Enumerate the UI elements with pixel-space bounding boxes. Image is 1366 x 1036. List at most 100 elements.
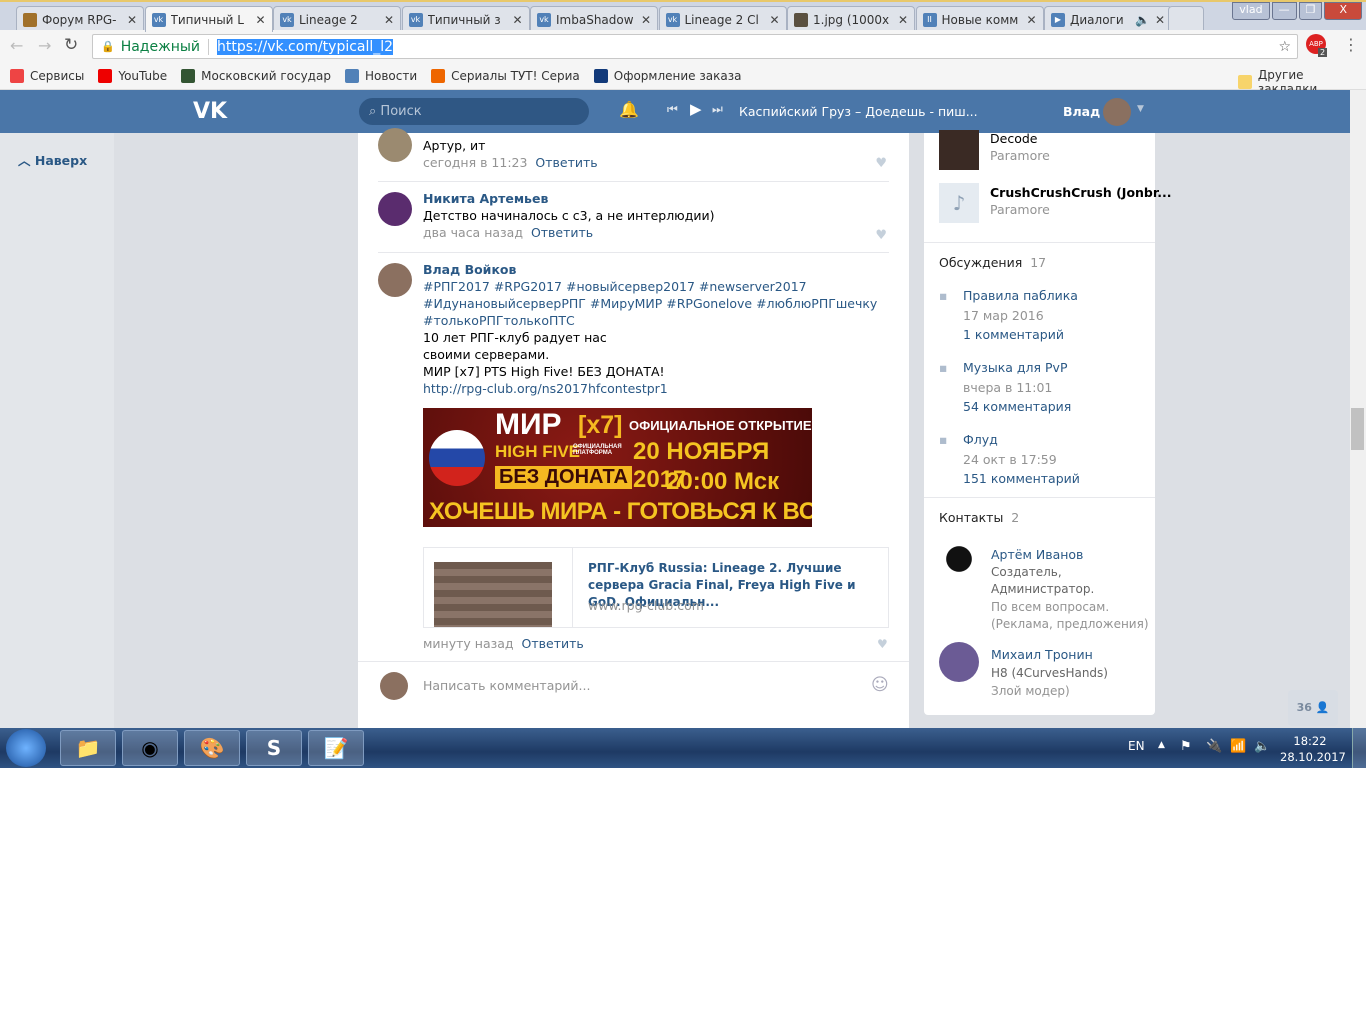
chevron-down-icon[interactable]: ▼	[1137, 104, 1144, 114]
bookmark-item[interactable]: Сервисы	[10, 68, 84, 83]
avatar[interactable]	[939, 642, 979, 682]
post-link[interactable]: http://rpg-club.org/ns2017hfcontestpr1	[423, 380, 889, 397]
bookmark-item[interactable]: Оформление заказа	[593, 68, 741, 83]
reply-link[interactable]: Ответить	[522, 636, 584, 651]
contact-item: Артём Иванов Создатель, Администратор. П…	[991, 547, 1149, 631]
browser-tab[interactable]: ▶ Диалоги 🔈 ✕	[1044, 6, 1172, 32]
menu-icon[interactable]: ⋮	[1343, 35, 1359, 54]
browser-tab[interactable]: II Новые комм ✕	[915, 6, 1044, 32]
close-tab-icon[interactable]: ✕	[1155, 13, 1165, 27]
discussion-item[interactable]: ▪ Правила паблика 17 мар 2016 1 комментарий	[939, 286, 1078, 345]
profile-button[interactable]: vlad	[1232, 2, 1270, 20]
avatar[interactable]	[378, 192, 412, 226]
browser-tab[interactable]: vk Типичный L ✕	[144, 6, 273, 32]
comment: Влад Войков #РПГ2017 #RPG2017 #новыйсерв…	[378, 261, 889, 397]
avatar[interactable]	[1103, 98, 1131, 126]
start-button[interactable]	[6, 729, 46, 767]
comment-input[interactable]: Написать комментарий...	[423, 678, 863, 693]
browser-tab[interactable]: 1.jpg (1000x ✕	[787, 6, 915, 32]
online-friends-button[interactable]: 36 👤	[1288, 690, 1338, 726]
reload-button[interactable]: ↻	[64, 35, 78, 55]
paint-icon[interactable]: 🎨	[184, 730, 240, 766]
chrome-icon[interactable]: ◉	[122, 730, 178, 766]
vk-logo[interactable]: VK	[193, 99, 227, 124]
like-icon[interactable]: ♥	[877, 637, 888, 651]
close-tab-icon[interactable]: ✕	[898, 13, 908, 27]
hashtags[interactable]: #РПГ2017 #RPG2017 #новыйсервер2017 #news…	[423, 278, 889, 295]
discussion-item[interactable]: ▪ Флуд 24 окт в 17:59 151 комментарий	[939, 430, 1080, 489]
user-name[interactable]: Влад	[1063, 104, 1100, 119]
emoji-icon[interactable]: ☺	[871, 675, 889, 695]
browser-tab[interactable]: vk Типичный з ✕	[401, 6, 530, 32]
back-to-top-button[interactable]: ︿ Наверх	[18, 150, 87, 169]
bookmark-item[interactable]: Новости	[344, 68, 417, 83]
reply-link[interactable]: Ответить	[531, 225, 593, 240]
contacts-header[interactable]: Контакты 2	[939, 510, 1019, 525]
reply-link[interactable]: Ответить	[535, 155, 597, 170]
minimize-button[interactable]: —	[1271, 2, 1297, 20]
browser-tab[interactable]: Форум RPG- ✕	[16, 6, 144, 32]
skype-icon[interactable]: S	[246, 730, 302, 766]
maximize-button[interactable]: ❐	[1298, 2, 1323, 20]
clock[interactable]: 18:22 28.10.2017	[1280, 733, 1346, 765]
close-tab-icon[interactable]: ✕	[1026, 13, 1036, 27]
explorer-icon[interactable]: 📁	[60, 730, 116, 766]
bookmark-item[interactable]: Московский государ	[181, 68, 331, 83]
bookmark-item[interactable]: YouTube	[98, 68, 167, 83]
close-tab-icon[interactable]: ✕	[255, 13, 265, 27]
browser-tab[interactable]: vk Lineage 2 ✕	[273, 6, 401, 32]
audio-item[interactable]: CrushCrushCrush (Jonbr... Paramore	[990, 185, 1172, 217]
scrollbar-thumb[interactable]	[1351, 408, 1364, 450]
like-icon[interactable]: ♥	[875, 156, 887, 171]
power-icon[interactable]: 🔌	[1206, 739, 1222, 754]
language-indicator[interactable]: EN	[1128, 739, 1145, 753]
comment-author[interactable]: Влад Войков	[423, 261, 889, 278]
new-tab-button[interactable]	[1168, 6, 1204, 32]
hashtags[interactable]: #толькоРПГтолькоПТС	[423, 312, 889, 329]
tray-expand-icon[interactable]: ▲	[1158, 740, 1165, 750]
forward-button[interactable]: →	[38, 36, 51, 55]
link-card[interactable]: РПГ-Клуб Russia: Lineage 2. Лучшие серве…	[423, 547, 889, 628]
banner-image[interactable]: МИР [x7] HIGH FIVE ОФИЦИАЛЬНАЯ ПЛАТФОРМА…	[423, 408, 812, 527]
bookmarks-bar: Сервисы YouTube Московский государ Новости С…	[0, 62, 1366, 90]
hashtags[interactable]: #ИдунановыйсерверРПГ #МируМИР #RPGonelov…	[423, 295, 889, 312]
bookmark-item[interactable]: Сериалы ТУТ! Сериа	[431, 68, 580, 83]
scrollbar[interactable]	[1350, 90, 1366, 728]
prev-track-icon[interactable]: ⏮	[667, 102, 678, 117]
notepad-icon[interactable]: 📝	[308, 730, 364, 766]
close-tab-icon[interactable]: ✕	[641, 13, 651, 27]
browser-tab[interactable]: vk ImbaShadow ✕	[530, 6, 658, 32]
avatar[interactable]	[378, 128, 412, 162]
close-tab-icon[interactable]: ✕	[512, 13, 522, 27]
url-text[interactable]: https://vk.com/typicall_l2	[217, 38, 394, 55]
address-bar[interactable]: 🔒 Надежный https://vk.com/typicall_l2 ☆	[92, 34, 1298, 59]
music-note-icon[interactable]: ♪	[939, 183, 979, 223]
discussion-item[interactable]: ▪ Музыка для PvP вчера в 11:01 54 комментар…	[939, 358, 1071, 417]
browser-tab[interactable]: vk Lineage 2 Cl ✕	[658, 6, 787, 32]
like-icon[interactable]: ♥	[875, 228, 887, 243]
show-desktop-button[interactable]	[1352, 728, 1366, 768]
comment: Артур, ит сегодня в 11:23 Ответить ♥	[378, 128, 889, 171]
avatar[interactable]	[378, 263, 412, 297]
close-window-button[interactable]: X	[1324, 2, 1362, 20]
bell-icon[interactable]: 🔔	[619, 100, 639, 119]
discussions-header[interactable]: Обсуждения 17	[939, 255, 1046, 270]
audio-item[interactable]: Decode Paramore	[990, 131, 1050, 163]
audio-playing-icon[interactable]: 🔈	[1135, 13, 1150, 27]
next-track-icon[interactable]: ⏭	[712, 102, 723, 117]
left-gutter: ︿ Наверх	[0, 133, 114, 728]
network-icon[interactable]: 📶	[1230, 739, 1246, 754]
avatar[interactable]	[939, 543, 979, 583]
back-button[interactable]: ←	[10, 36, 23, 55]
action-center-icon[interactable]: ⚑	[1180, 739, 1192, 754]
close-tab-icon[interactable]: ✕	[769, 13, 779, 27]
close-tab-icon[interactable]: ✕	[127, 13, 137, 27]
now-playing[interactable]: Каспийский Груз – Доедешь - пиш...	[739, 104, 978, 119]
search-input[interactable]: ⌕ Поиск	[359, 98, 589, 125]
bookmark-star-icon[interactable]: ☆	[1278, 39, 1291, 55]
play-icon[interactable]: ▶	[690, 100, 702, 118]
close-tab-icon[interactable]: ✕	[384, 13, 394, 27]
comment-author[interactable]: Никита Артемьев	[423, 190, 889, 207]
volume-icon[interactable]: 🔈	[1254, 739, 1270, 754]
album-cover[interactable]	[939, 130, 979, 170]
